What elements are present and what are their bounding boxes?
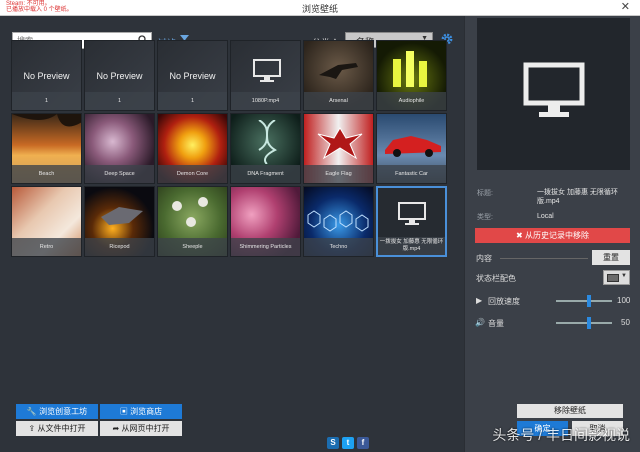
tile-caption: 1 — [12, 92, 81, 110]
share-arrow-icon: ➦ — [112, 424, 120, 433]
store-icon: ▣ — [119, 407, 128, 416]
tile-caption: Ricepod — [85, 238, 154, 256]
playback-speed-slider-handle[interactable] — [587, 295, 591, 307]
wrench-icon: 🔧 — [26, 407, 37, 416]
tile-caption: Sheeple — [158, 238, 227, 256]
tile-caption: Shimmering Particles — [231, 238, 300, 256]
upload-icon: ⇪ — [28, 424, 36, 433]
tile-caption: 1 — [158, 92, 227, 110]
open-from-web-label: 从网页中打开 — [121, 424, 170, 433]
playback-speed-slider[interactable] — [556, 295, 612, 307]
wallpaper-browser-panel: 过滤 分类 ▲ 名称 ▼ No Preview 1 No Preview 1 N… — [0, 16, 464, 452]
remove-from-history-button[interactable]: ✖ 从历史记录中移除 — [475, 228, 630, 243]
tile-caption: Arsenal — [304, 92, 373, 110]
twitter-icon[interactable]: t — [342, 437, 354, 449]
title-label: 标题: — [477, 190, 493, 197]
content-divider — [500, 258, 588, 259]
facebook-icon[interactable]: f — [357, 437, 369, 449]
speaker-icon: 🔊 — [475, 318, 485, 327]
tile-caption: 1080P.mp4 — [231, 92, 300, 110]
statusbar-color-picker[interactable]: ▼ — [603, 270, 630, 285]
wallpaper-tile[interactable]: No Preview 1 — [84, 40, 155, 111]
monitor-icon — [253, 59, 281, 82]
wallpaper-tile[interactable]: No Preview 1 — [157, 40, 228, 111]
browse-store-label: 浏览商店 — [130, 407, 163, 416]
volume-slider-handle[interactable] — [587, 317, 591, 329]
type-row: 类型: Local — [477, 212, 633, 222]
playback-speed-value: 100 — [617, 296, 631, 305]
wallpaper-tile[interactable]: Beach — [11, 113, 82, 184]
wallpaper-tile[interactable]: No Preview 1 — [11, 40, 82, 111]
tile-caption: Beach — [12, 165, 81, 183]
wallpaper-tile[interactable]: Shimmering Particles — [230, 186, 301, 257]
color-swatch — [607, 274, 619, 282]
monitor-icon — [523, 62, 585, 117]
tile-caption: Techno — [304, 238, 373, 256]
tile-caption: Retro — [12, 238, 81, 256]
wallpaper-tile[interactable]: Audiophile — [376, 40, 447, 111]
chevron-down-icon: ▼ — [621, 273, 627, 279]
browse-workshop-button[interactable]: 🔧 浏览创意工坊 — [16, 404, 98, 419]
tile-caption: Audiophile — [377, 92, 446, 110]
wallpaper-tile[interactable]: Eagle Flag — [303, 113, 374, 184]
tile-overlay-text: No Preview — [96, 71, 143, 81]
browse-store-button[interactable]: ▣ 浏览商店 — [100, 404, 182, 419]
wallpaper-tile[interactable]: Techno — [303, 186, 374, 257]
tile-overlay-text: No Preview — [23, 71, 70, 81]
browse-workshop-label: 浏览创意工坊 — [39, 407, 88, 416]
monitor-icon — [398, 202, 426, 225]
tile-caption: Demon Core — [158, 165, 227, 183]
reset-button[interactable]: 重置 — [592, 250, 630, 265]
title-value: 一拨拔女 加藤惠 无限循环 版.mp4 — [537, 189, 618, 205]
volume-value: 50 — [621, 318, 630, 327]
wallpaper-tile[interactable]: Arsenal — [303, 40, 374, 111]
wallpaper-tile[interactable]: Sheeple — [157, 186, 228, 257]
play-icon: ▶ — [476, 296, 483, 305]
title-bar: Steam: 不可用。 已播放中载入 0 个壁纸。 浏览壁纸 ✕ — [0, 0, 640, 16]
wallpaper-tile[interactable]: 1080P.mp4 — [230, 40, 301, 111]
type-label: 类型: — [477, 214, 493, 221]
wallpaper-tile-selected[interactable]: 一拨拔女 加藤惠 无限循环 版.mp4 — [376, 186, 447, 257]
content-label: 内容 — [476, 254, 492, 263]
remove-wallpaper-button[interactable]: 移除壁纸 — [517, 404, 623, 418]
volume-label: 音量 — [488, 319, 504, 328]
close-button[interactable]: ✕ — [621, 0, 630, 15]
open-from-web-button[interactable]: ➦ 从网页中打开 — [100, 421, 182, 436]
wallpaper-tile[interactable]: Demon Core — [157, 113, 228, 184]
wallpaper-tile[interactable]: Ricepod — [84, 186, 155, 257]
title-row: 标题: 一拨拔女 加藤惠 无限循环 版.mp4 — [477, 188, 633, 205]
tile-overlay-text: No Preview — [169, 71, 216, 81]
tile-caption: 一拨拔女 加藤惠 无限循环 版.mp4 — [378, 237, 445, 255]
tile-caption: DNA Fragment — [231, 165, 300, 183]
volume-slider[interactable] — [556, 317, 612, 329]
open-from-file-label: 从文件中打开 — [37, 424, 86, 433]
tile-caption: Fantastic Car — [377, 165, 446, 183]
wallpaper-tile[interactable]: Fantastic Car — [376, 113, 447, 184]
wallpaper-tile[interactable]: Retro — [11, 186, 82, 257]
window-title: 浏览壁纸 — [301, 4, 338, 14]
arsenal-thumbnail-icon — [319, 63, 358, 79]
wallpaper-tile[interactable]: DNA Fragment — [230, 113, 301, 184]
wallpaper-tile[interactable]: Deep Space — [84, 113, 155, 184]
type-value: Local — [537, 213, 554, 220]
statusbar-color-label: 状态栏配色 — [476, 274, 516, 283]
tile-caption: 1 — [85, 92, 154, 110]
tile-caption: Eagle Flag — [304, 165, 373, 183]
wallpaper-preview — [477, 18, 630, 170]
open-from-file-button[interactable]: ⇪ 从文件中打开 — [16, 421, 98, 436]
playback-speed-label: 回放速度 — [488, 297, 520, 306]
tile-caption: Deep Space — [85, 165, 154, 183]
watermark: 头条号 / 丰日间影视说 — [492, 427, 630, 443]
steam-icon[interactable]: S — [327, 437, 339, 449]
